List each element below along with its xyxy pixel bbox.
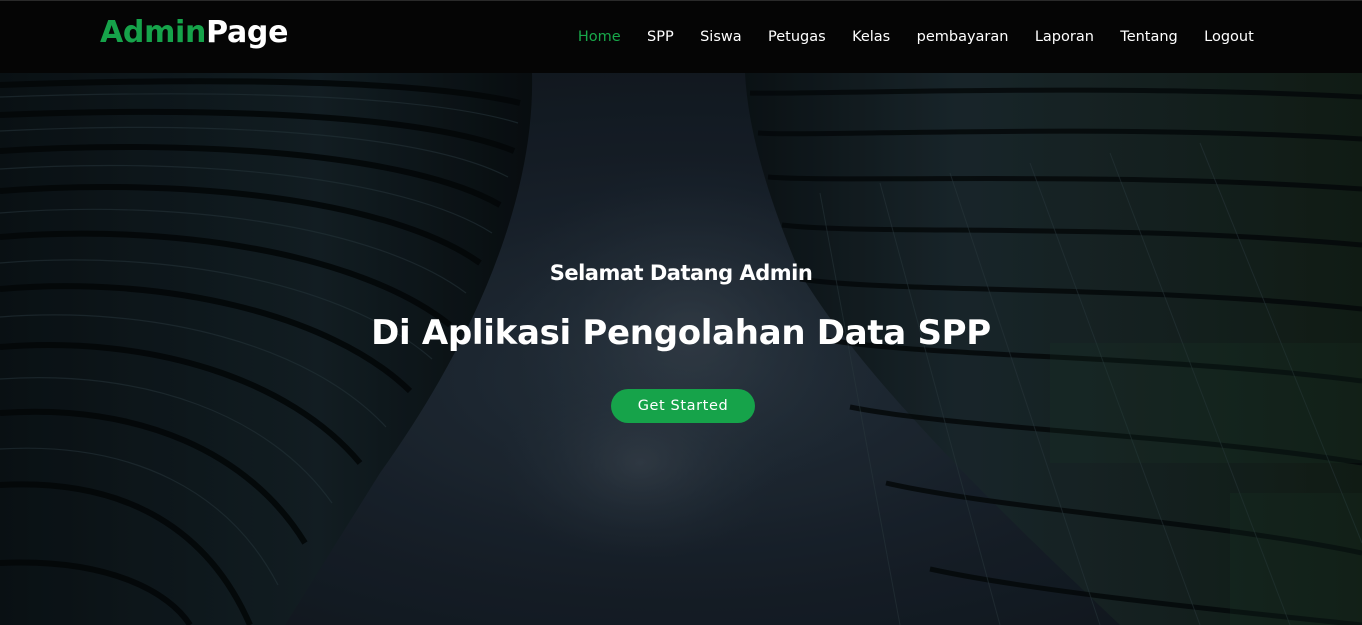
nav-item-laporan[interactable]: Laporan [1022,29,1107,45]
nav-item-tentang[interactable]: Tentang [1107,29,1191,45]
main-nav: Home SPP Siswa Petugas Kelas pembayaran … [565,1,1267,73]
nav-item-logout[interactable]: Logout [1191,29,1267,45]
brand-logo-part2: Page [206,15,289,50]
top-navbar: AdminPage Home SPP Siswa Petugas Kelas p… [0,0,1362,73]
hero-content: Selamat Datang Admin Di Aplikasi Pengola… [0,73,1362,625]
hero-section: Selamat Datang Admin Di Aplikasi Pengola… [0,73,1362,625]
nav-item-petugas[interactable]: Petugas [755,29,839,45]
nav-item-pembayaran[interactable]: pembayaran [903,29,1021,45]
nav-item-siswa[interactable]: Siswa [687,29,755,45]
nav-item-kelas[interactable]: Kelas [839,29,904,45]
hero-welcome-text: Selamat Datang Admin [549,261,813,285]
get-started-button[interactable]: Get Started [611,389,755,423]
nav-item-home[interactable]: Home [565,29,634,45]
brand-logo[interactable]: AdminPage [100,15,288,50]
hero-subtitle: Di Aplikasi Pengolahan Data SPP [371,313,991,353]
brand-logo-part1: Admin [100,15,207,50]
nav-item-spp[interactable]: SPP [634,29,687,45]
